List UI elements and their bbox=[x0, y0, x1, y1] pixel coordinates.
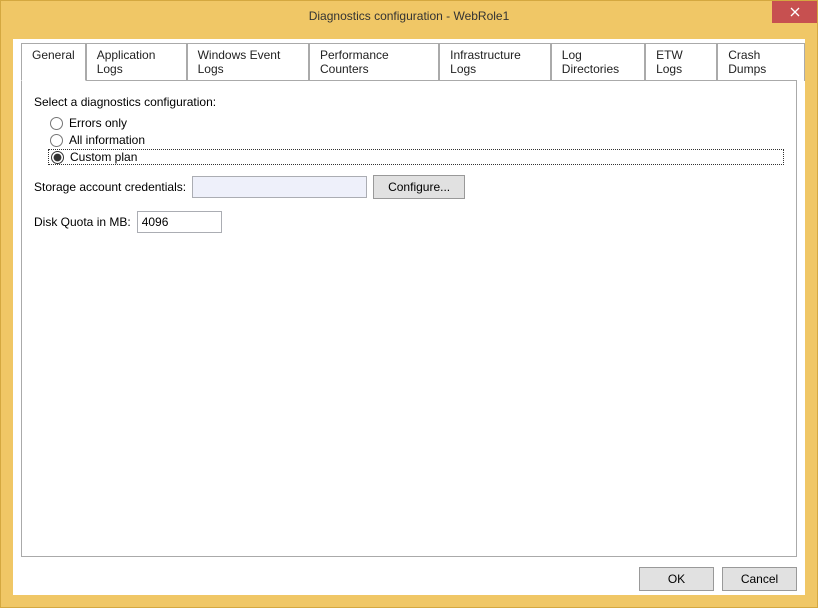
close-button[interactable] bbox=[772, 1, 817, 23]
config-section-label: Select a diagnostics configuration: bbox=[34, 95, 784, 109]
tab-windows-event-logs[interactable]: Windows Event Logs bbox=[187, 43, 309, 81]
tab-label: General bbox=[32, 48, 75, 62]
config-radio-group: Errors only All information Custom plan bbox=[48, 115, 784, 165]
configure-button[interactable]: Configure... bbox=[373, 175, 465, 199]
tab-panel-general: Select a diagnostics configuration: Erro… bbox=[21, 80, 797, 557]
tab-application-logs[interactable]: Application Logs bbox=[86, 43, 187, 81]
tab-etw-logs[interactable]: ETW Logs bbox=[645, 43, 717, 81]
radio-errors-only[interactable] bbox=[50, 117, 63, 130]
radio-row-all-information: All information bbox=[48, 132, 784, 148]
tab-log-directories[interactable]: Log Directories bbox=[551, 43, 645, 81]
disk-quota-row: Disk Quota in MB: bbox=[34, 211, 784, 233]
tab-label: Windows Event Logs bbox=[198, 48, 281, 76]
title-bar: Diagnostics configuration - WebRole1 bbox=[1, 1, 817, 31]
tab-label: Infrastructure Logs bbox=[450, 48, 521, 76]
radio-label-all-information[interactable]: All information bbox=[69, 133, 145, 147]
radio-custom-plan[interactable] bbox=[51, 151, 64, 164]
tab-label: Application Logs bbox=[97, 48, 156, 76]
tab-label: Log Directories bbox=[562, 48, 619, 76]
tab-crash-dumps[interactable]: Crash Dumps bbox=[717, 43, 805, 81]
tab-strip: General Application Logs Windows Event L… bbox=[13, 39, 805, 81]
disk-quota-input[interactable] bbox=[137, 211, 222, 233]
tab-performance-counters[interactable]: Performance Counters bbox=[309, 43, 439, 81]
close-icon bbox=[790, 7, 800, 17]
content-area: General Application Logs Windows Event L… bbox=[13, 39, 805, 595]
storage-credentials-label: Storage account credentials: bbox=[34, 180, 186, 194]
disk-quota-label: Disk Quota in MB: bbox=[34, 215, 131, 229]
tab-label: Crash Dumps bbox=[728, 48, 766, 76]
radio-row-custom-plan: Custom plan bbox=[48, 149, 784, 165]
ok-button[interactable]: OK bbox=[639, 567, 714, 591]
cancel-button[interactable]: Cancel bbox=[722, 567, 797, 591]
tab-label: ETW Logs bbox=[656, 48, 683, 76]
storage-credentials-row: Storage account credentials: Configure..… bbox=[34, 175, 784, 199]
window-title: Diagnostics configuration - WebRole1 bbox=[309, 9, 510, 23]
storage-credentials-input[interactable] bbox=[192, 176, 367, 198]
dialog-window: Diagnostics configuration - WebRole1 Gen… bbox=[0, 0, 818, 608]
tab-general[interactable]: General bbox=[21, 43, 86, 81]
radio-all-information[interactable] bbox=[50, 134, 63, 147]
tab-label: Performance Counters bbox=[320, 48, 389, 76]
radio-row-errors-only: Errors only bbox=[48, 115, 784, 131]
radio-label-errors-only[interactable]: Errors only bbox=[69, 116, 127, 130]
dialog-footer: OK Cancel bbox=[13, 557, 805, 595]
radio-label-custom-plan[interactable]: Custom plan bbox=[70, 150, 137, 164]
tab-infrastructure-logs[interactable]: Infrastructure Logs bbox=[439, 43, 551, 81]
